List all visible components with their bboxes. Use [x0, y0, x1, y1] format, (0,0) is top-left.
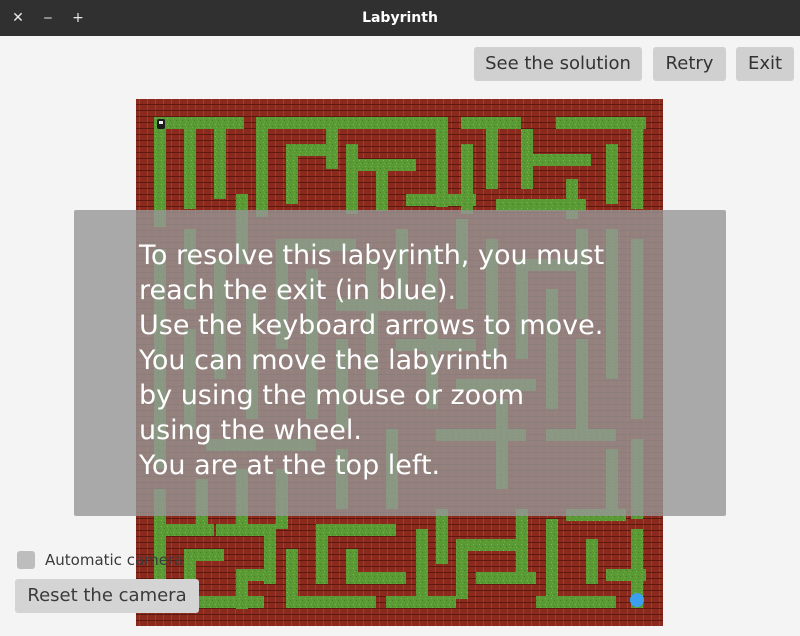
automatic-camera-checkbox[interactable]: Automatic camera	[17, 550, 183, 570]
instruction-line: To resolve this labyrinth, you must	[139, 240, 605, 271]
exit-button[interactable]: Exit	[736, 47, 794, 81]
instruction-line: using the wheel.	[139, 415, 362, 446]
reset-camera-button[interactable]: Reset the camera	[15, 579, 199, 613]
minimize-icon[interactable]: ‒	[38, 8, 58, 28]
automatic-camera-label: Automatic camera	[45, 551, 184, 569]
exit-marker	[630, 593, 644, 607]
instruction-line: You can move the labyrinth	[139, 345, 509, 376]
instruction-line: by using the mouse or zoom	[139, 380, 525, 411]
checkbox-box[interactable]	[17, 551, 35, 569]
instruction-line: Use the keyboard arrows to move.	[139, 310, 604, 341]
instructions-text: To resolve this labyrinth, you must reac…	[139, 238, 604, 483]
see-solution-button[interactable]: See the solution	[474, 47, 642, 81]
instruction-line: reach the exit (in blue).	[139, 275, 457, 306]
window-title: Labyrinth	[362, 10, 438, 26]
player-icon	[157, 119, 165, 129]
main-content: See the solution Retry Exit To resolve t…	[0, 36, 800, 636]
retry-button[interactable]: Retry	[653, 47, 726, 81]
maximize-icon[interactable]: +	[68, 8, 88, 28]
instruction-line: You are at the top left.	[139, 450, 441, 481]
title-bar: Labyrinth ✕ ‒ +	[0, 0, 800, 36]
close-icon[interactable]: ✕	[8, 8, 28, 28]
instructions-overlay[interactable]: To resolve this labyrinth, you must reac…	[74, 210, 726, 516]
